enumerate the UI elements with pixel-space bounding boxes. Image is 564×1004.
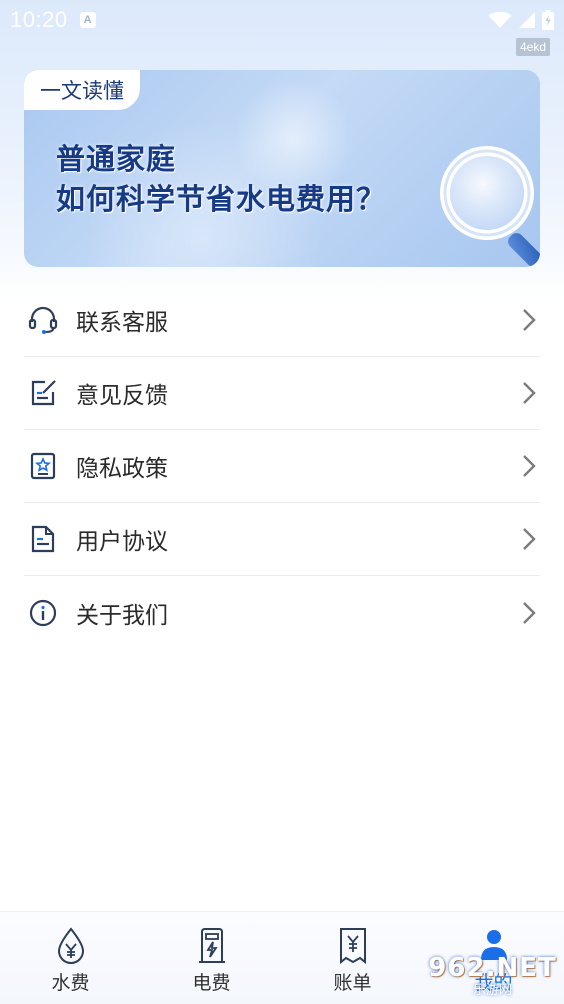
chevron-right-icon <box>523 309 536 331</box>
watermark-tag: 4ekd <box>515 38 550 56</box>
battery-charging-icon <box>542 10 554 30</box>
water-drop-yen-icon <box>57 927 84 964</box>
notification-icon: A <box>79 12 96 28</box>
privacy-star-icon <box>26 449 60 483</box>
nav-label: 账单 <box>333 973 372 994</box>
menu-label: 联系客服 <box>76 309 168 335</box>
menu-item-feedback[interactable]: 意见反馈 <box>24 357 540 430</box>
magnifier-icon <box>440 146 540 267</box>
status-time: 10:20 <box>10 7 68 32</box>
menu-item-privacy-policy[interactable]: 隐私政策 <box>24 430 540 503</box>
banner-title-line1: 普通家庭 <box>56 144 177 176</box>
nav-label: 电费 <box>192 973 231 994</box>
wifi-icon <box>488 11 512 28</box>
banner-tag: 一文读懂 <box>24 70 140 110</box>
headset-icon <box>26 303 60 337</box>
nav-label: 水费 <box>51 973 90 994</box>
document-icon <box>26 522 60 556</box>
feedback-edit-icon <box>26 376 60 410</box>
bill-yen-icon <box>339 928 366 965</box>
nav-tab-water-fee[interactable]: 水费 <box>0 912 141 1004</box>
promo-banner[interactable]: 一文读懂 普通家庭 如何科学节省水电费用？ <box>24 70 540 267</box>
watermark-logo-subtext: 乐游网 <box>472 981 512 997</box>
menu-label: 意见反馈 <box>76 382 168 408</box>
menu-label: 用户协议 <box>76 528 168 554</box>
menu-label: 隐私政策 <box>76 455 168 481</box>
chevron-right-icon <box>523 528 536 550</box>
electricity-meter-icon <box>198 928 225 963</box>
banner-title: 普通家庭 如何科学节省水电费用？ <box>56 140 386 220</box>
menu-label: 关于我们 <box>76 601 168 628</box>
menu-item-contact-service[interactable]: 联系客服 <box>24 284 540 357</box>
banner-title-line2: 如何科学节省水电费用？ <box>56 184 387 216</box>
chevron-right-icon <box>523 382 536 404</box>
menu-item-about-us[interactable]: 关于我们 <box>24 576 540 649</box>
nav-tab-bills[interactable]: 账单 <box>282 912 423 1004</box>
settings-menu: 联系客服 意见反馈 隐私政策 用户协议 关于我们 <box>24 284 540 649</box>
chevron-right-icon <box>523 601 536 624</box>
site-watermark-logo: 962.NET 乐游网 <box>425 950 560 1000</box>
chevron-right-icon <box>523 455 536 477</box>
signal-icon <box>519 12 535 28</box>
status-bar: 10:20 A <box>0 0 564 40</box>
nav-tab-electricity-fee[interactable]: 电费 <box>141 912 282 1004</box>
info-icon <box>26 596 60 630</box>
menu-item-user-agreement[interactable]: 用户协议 <box>24 503 540 576</box>
